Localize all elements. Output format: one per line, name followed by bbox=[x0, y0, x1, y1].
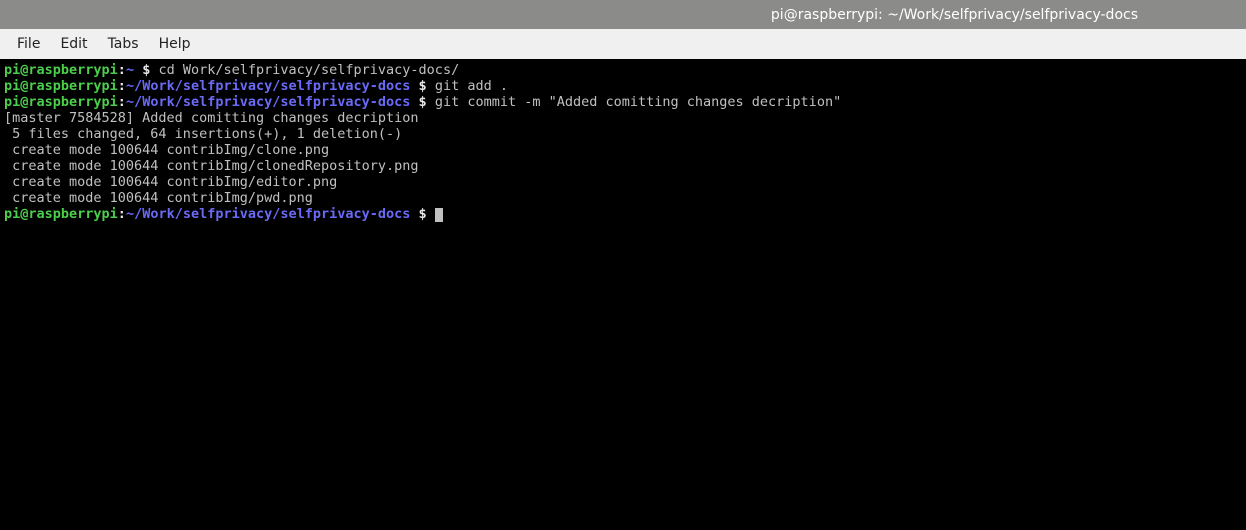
terminal-line: create mode 100644 contribImg/pwd.png bbox=[4, 190, 1242, 206]
command-text: git add . bbox=[435, 78, 508, 94]
menu-help[interactable]: Help bbox=[150, 32, 200, 56]
output-text: 5 files changed, 64 insertions(+), 1 del… bbox=[4, 126, 402, 142]
prompt-user: pi@raspberrypi bbox=[4, 206, 118, 222]
output-text: create mode 100644 contribImg/editor.png bbox=[4, 174, 337, 190]
prompt-sep: : bbox=[118, 62, 126, 78]
prompt-path: ~/Work/selfprivacy/selfprivacy-docs bbox=[126, 206, 410, 222]
menubar: File Edit Tabs Help bbox=[0, 29, 1246, 59]
prompt-sep: : bbox=[118, 78, 126, 94]
prompt-path: ~ bbox=[126, 62, 134, 78]
menu-file[interactable]: File bbox=[8, 32, 49, 56]
terminal-line: create mode 100644 contribImg/clonedRepo… bbox=[4, 158, 1242, 174]
prompt-user: pi@raspberrypi bbox=[4, 62, 118, 78]
output-text: create mode 100644 contribImg/clonedRepo… bbox=[4, 158, 419, 174]
prompt-symbol: $ bbox=[134, 62, 158, 78]
output-text: create mode 100644 contribImg/pwd.png bbox=[4, 190, 313, 206]
command-text: cd Work/selfprivacy/selfprivacy-docs/ bbox=[158, 62, 459, 78]
terminal-line: create mode 100644 contribImg/editor.png bbox=[4, 174, 1242, 190]
command-text: git commit -m "Added comitting changes d… bbox=[435, 94, 841, 110]
prompt-user: pi@raspberrypi bbox=[4, 78, 118, 94]
menu-tabs[interactable]: Tabs bbox=[99, 32, 148, 56]
prompt-path: ~/Work/selfprivacy/selfprivacy-docs bbox=[126, 78, 410, 94]
prompt-symbol: $ bbox=[410, 206, 434, 222]
terminal-line: pi@raspberrypi:~ $ cd Work/selfprivacy/s… bbox=[4, 62, 1242, 78]
prompt-symbol: $ bbox=[410, 78, 434, 94]
prompt-path: ~/Work/selfprivacy/selfprivacy-docs bbox=[126, 94, 410, 110]
prompt-sep: : bbox=[118, 206, 126, 222]
prompt-sep: : bbox=[118, 94, 126, 110]
terminal-line: 5 files changed, 64 insertions(+), 1 del… bbox=[4, 126, 1242, 142]
terminal-line: [master 7584528] Added comitting changes… bbox=[4, 110, 1242, 126]
output-text: create mode 100644 contribImg/clone.png bbox=[4, 142, 329, 158]
terminal-line: pi@raspberrypi:~/Work/selfprivacy/selfpr… bbox=[4, 78, 1242, 94]
menu-edit[interactable]: Edit bbox=[51, 32, 96, 56]
prompt-user: pi@raspberrypi bbox=[4, 94, 118, 110]
prompt-symbol: $ bbox=[410, 94, 434, 110]
output-text: [master 7584528] Added comitting changes… bbox=[4, 110, 419, 126]
window-title: pi@raspberrypi: ~/Work/selfprivacy/selfp… bbox=[771, 7, 1138, 23]
terminal-line: pi@raspberrypi:~/Work/selfprivacy/selfpr… bbox=[4, 206, 1242, 222]
terminal-line: create mode 100644 contribImg/clone.png bbox=[4, 142, 1242, 158]
terminal-line: pi@raspberrypi:~/Work/selfprivacy/selfpr… bbox=[4, 94, 1242, 110]
block-cursor-icon bbox=[435, 208, 443, 222]
terminal-output[interactable]: pi@raspberrypi:~ $ cd Work/selfprivacy/s… bbox=[0, 59, 1246, 225]
window-titlebar: pi@raspberrypi: ~/Work/selfprivacy/selfp… bbox=[0, 0, 1246, 29]
